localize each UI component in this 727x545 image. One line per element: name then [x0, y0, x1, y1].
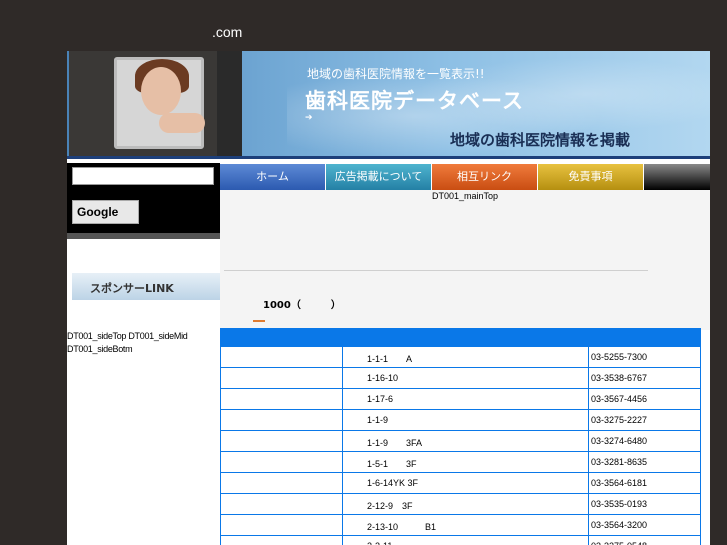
- page-container: 地域の歯科医院情報を一覧表示!! 歯科医院データベース ➔ 地域の歯科医院情報を…: [67, 51, 710, 545]
- address-cell: 2-2-11: [343, 536, 589, 545]
- nav-item-links[interactable]: 相互リンク: [432, 164, 538, 190]
- address-cell: 1-1-1 A: [343, 347, 589, 367]
- banner-title: 歯科医院データベース: [305, 89, 524, 113]
- clinic-name-cell[interactable]: [220, 410, 343, 430]
- clinic-name-cell[interactable]: [220, 473, 343, 493]
- nav-item-blank: [644, 164, 710, 190]
- phone-cell: 03-3281-8635: [589, 452, 701, 472]
- phone-cell: 03-5255-7300: [589, 347, 701, 367]
- table-row: 1-5-1 3F 03-3281-8635: [220, 452, 701, 473]
- address-cell: 1-17-6: [343, 389, 589, 409]
- clinic-name-cell[interactable]: [220, 389, 343, 409]
- table-row: 1-16-10 03-3538-6767: [220, 368, 701, 389]
- divider: [224, 270, 648, 271]
- table-header: [220, 328, 701, 347]
- address-cell: 1-16-10: [343, 368, 589, 388]
- clinic-name-cell[interactable]: [220, 515, 343, 535]
- banner-tagline: 地域の歯科医院情報を一覧表示!!: [307, 67, 485, 81]
- site-title[interactable]: .com: [212, 24, 242, 40]
- clinic-name-cell[interactable]: [220, 536, 343, 545]
- count-label: 1000（ ）: [263, 300, 341, 311]
- address-cell: 1-1-9: [343, 410, 589, 430]
- table-row: 1-6-14YK 3F 03-3564-6181: [220, 473, 701, 494]
- phone-cell: 03-3275-0548: [589, 536, 701, 545]
- table-row: 1-17-6 03-3567-4456: [220, 389, 701, 410]
- phone-cell: 03-3274-6480: [589, 431, 701, 451]
- nav-item-disclaimer[interactable]: 免責事項: [538, 164, 644, 190]
- phone-cell: 03-3538-6767: [589, 368, 701, 388]
- main-nav: ホーム 広告掲載について 相互リンク 免責事項: [220, 164, 710, 190]
- clinic-name-cell[interactable]: [220, 347, 343, 367]
- nav-item-home[interactable]: ホーム: [220, 164, 326, 190]
- address-cell: 1-5-1 3F: [343, 452, 589, 472]
- table-row: 1-1-1 A 03-5255-7300: [220, 347, 701, 368]
- clinic-name-cell[interactable]: [220, 431, 343, 451]
- nav-item-advertising[interactable]: 広告掲載について: [326, 164, 432, 190]
- header-banner: 地域の歯科医院情報を一覧表示!! 歯科医院データベース ➔ 地域の歯科医院情報を…: [67, 51, 710, 159]
- arrow-icon: ➔: [305, 113, 313, 123]
- table-row: 1-1-9 3FA 03-3274-6480: [220, 431, 701, 452]
- banner-photo: [69, 51, 242, 156]
- phone-cell: 03-3567-4456: [589, 389, 701, 409]
- phone-cell: 03-3275-2227: [589, 410, 701, 430]
- address-cell: 2-12-9 3F: [343, 494, 589, 514]
- banner-subtitle: 地域の歯科医院情報を掲載: [450, 131, 631, 149]
- phone-cell: 03-3535-0193: [589, 494, 701, 514]
- table-row: 2-2-1103-3275-0548: [220, 536, 701, 545]
- clinic-table: 1-1-1 A 03-5255-7300 1-16-10 03-3538-6767 1-…: [220, 328, 701, 545]
- search-input[interactable]: [72, 167, 214, 185]
- address-cell: 1-1-9 3FA: [343, 431, 589, 451]
- table-row: 1-1-9 03-3275-2227: [220, 410, 701, 431]
- person-face-graphic: [141, 67, 181, 115]
- accent-underline: [253, 320, 265, 322]
- clinic-name-cell[interactable]: [220, 368, 343, 388]
- main-top-placeholder: DT001_mainTop: [431, 191, 499, 201]
- search-box: Google: [67, 163, 220, 239]
- sidebar-ad-placeholder: DT001_sideTop DT001_sideMid DT001_sideBo…: [67, 331, 188, 354]
- sponsor-heading: スポンサーLINK: [72, 273, 220, 300]
- clinic-name-cell[interactable]: [220, 452, 343, 472]
- address-cell: 1-6-14YK 3F: [343, 473, 589, 493]
- phone-cell: 03-3564-3200: [589, 515, 701, 535]
- table-row: 2-12-9 3F 03-3535-0193: [220, 494, 701, 515]
- clinic-name-cell[interactable]: [220, 494, 343, 514]
- table-row: 2-13-10 B1 03-3564-3200: [220, 515, 701, 536]
- address-cell: 2-13-10 B1: [343, 515, 589, 535]
- phone-cell: 03-3564-6181: [589, 473, 701, 493]
- google-search-button[interactable]: Google: [72, 200, 139, 224]
